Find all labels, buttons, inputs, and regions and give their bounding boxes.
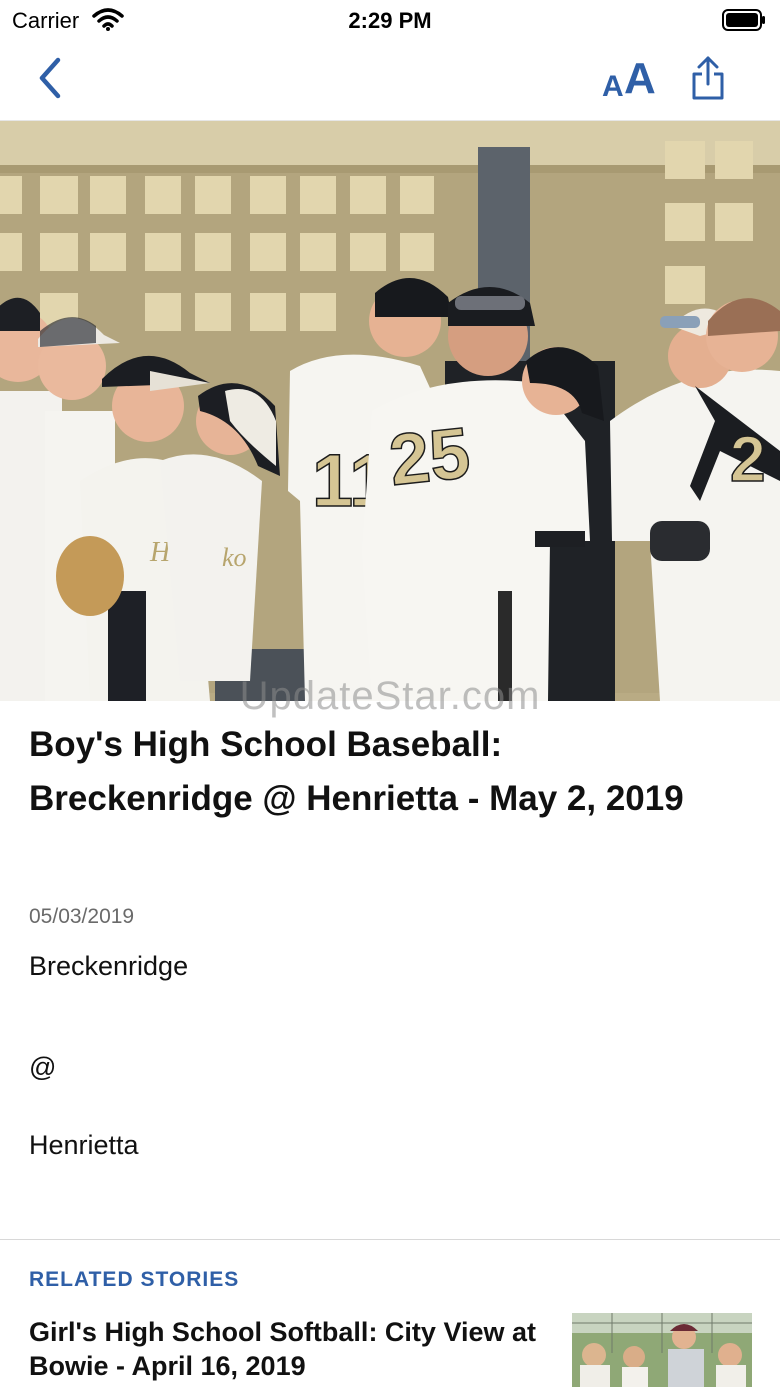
related-story-item[interactable]: Girl's High School Softball: City View a…: [0, 1300, 780, 1387]
article-body-line: @: [29, 1052, 57, 1082]
section-divider: [0, 1239, 780, 1240]
back-button[interactable]: [30, 54, 74, 104]
related-stories-heading: RELATED STORIES: [29, 1268, 240, 1291]
article-body-line: Breckenridge: [29, 951, 189, 981]
svg-text:2: 2: [730, 423, 766, 495]
status-bar: Carrier 2:29 PM: [0, 0, 780, 40]
watermark-text: UpdateStar.com: [239, 674, 541, 718]
article-title: Boy's High School Baseball: Breckenridge…: [29, 725, 684, 818]
share-icon: [692, 56, 724, 100]
softball-team-thumbnail: [572, 1313, 752, 1387]
svg-text:ko: ko: [222, 543, 247, 572]
text-size-large-glyph: A: [624, 54, 656, 103]
hero-photo: Hokies ko 11: [0, 121, 780, 701]
text-size-small-glyph: A: [602, 70, 624, 103]
related-story-thumbnail: [572, 1313, 752, 1387]
status-time: 2:29 PM: [348, 8, 432, 33]
article-date: 05/03/2019: [29, 905, 135, 928]
related-story-title: Girl's High School Softball: City View a…: [29, 1317, 536, 1381]
text-size-button[interactable]: A A: [600, 54, 662, 106]
chevron-left-icon: [39, 57, 61, 99]
svg-text:25: 25: [386, 413, 474, 501]
share-button[interactable]: [688, 54, 728, 104]
battery-icon: [722, 9, 766, 31]
article-body-line: Henrietta: [29, 1130, 139, 1160]
navigation-bar: A A: [0, 40, 780, 121]
baseball-team-photo: Hokies ko 11: [0, 121, 780, 701]
